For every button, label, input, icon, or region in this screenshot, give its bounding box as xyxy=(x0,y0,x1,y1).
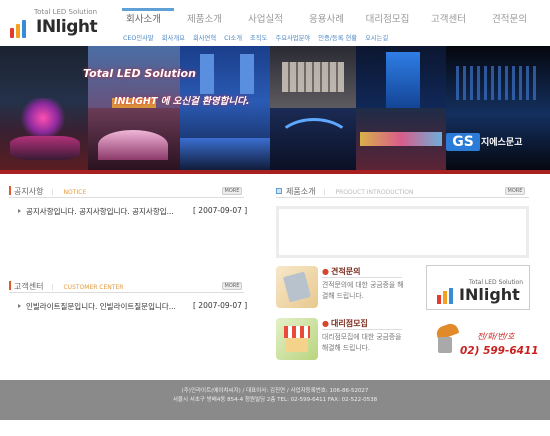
nav-item-products[interactable]: 제품소개 xyxy=(174,12,235,28)
customer-item-text: 인빌라이트질문입니다. 인빌라이트질문입니다... xyxy=(26,302,176,311)
brand-name: INlight xyxy=(36,17,98,37)
footer-company-info: (주)인라이트(에이치씨지) / 대표이사: 김진연 / 사업자등록번호: 10… xyxy=(181,388,369,394)
customer-more-button[interactable]: MORE xyxy=(222,282,242,290)
banner-photo-bridge xyxy=(180,46,270,170)
subnav-org[interactable]: 조직도 xyxy=(250,35,267,42)
customer-subtitle: CUSTOMER CENTER xyxy=(63,284,124,291)
product-showcase-box xyxy=(276,206,529,258)
square-bullet-icon xyxy=(276,188,282,194)
subnav-business[interactable]: 주요사업분야 xyxy=(275,35,310,42)
dealer-title[interactable]: ● 대리점모집 xyxy=(322,318,368,329)
banner-photo-dome xyxy=(88,108,180,170)
nav-item-dealers[interactable]: 대리점모집 xyxy=(357,12,418,28)
sub-nav: CEO인사말 회사개요 회사연혁 CI소개 조직도 주요사업분야 인증/등록 현… xyxy=(123,33,394,42)
brand-tagline: Total LED Solution xyxy=(34,8,98,16)
nav-item-projects[interactable]: 사업실적 xyxy=(235,12,296,28)
dealer-title-text: 대리점모집 xyxy=(330,319,368,328)
hero-banner: Total LED Solution INLIGHT 에 오신걸 환영합니다. xyxy=(0,46,550,170)
shop-icon[interactable] xyxy=(276,318,318,360)
logo-bars-icon xyxy=(437,288,457,304)
subnav-ceo[interactable]: CEO인사말 xyxy=(123,35,154,42)
phone-number[interactable]: 02) 599-6411 xyxy=(460,345,539,357)
list-item[interactable]: 인빌라이트질문입니다. 인빌라이트질문입니다... xyxy=(18,301,176,312)
banner-headline: Total LED Solution xyxy=(83,67,196,80)
customer-title: 고객센터 xyxy=(14,282,44,291)
active-nav-indicator xyxy=(122,8,174,11)
arrow-bullet-icon xyxy=(18,209,21,213)
telephone-icon xyxy=(432,321,462,355)
gs-sign-logo: GS xyxy=(446,133,480,151)
brand-logo-card: Total LED Solution INlight xyxy=(426,265,530,310)
subnav-directions[interactable]: 오시는길 xyxy=(365,35,388,42)
product-subtitle: PRODUCT INTRODUCTION xyxy=(335,189,414,196)
divider xyxy=(276,197,529,198)
notice-title: 공지사항 xyxy=(14,187,44,196)
banner-photo-fountain xyxy=(0,46,88,170)
customer-item-date: [ 2007-09-07 ] xyxy=(193,301,248,310)
estimate-title-text: 견적문의 xyxy=(330,267,361,276)
banner-bottom-rule xyxy=(0,170,550,174)
brand-logo[interactable]: Total LED Solution INlight xyxy=(10,8,110,42)
gs-sign-text: 지에스문고 xyxy=(481,138,523,148)
subnav-history[interactable]: 회사연혁 xyxy=(193,35,216,42)
divider xyxy=(9,197,244,198)
footer-address: 서울시 서초구 방배4동 854-4 청원빌딩 2층 TEL: 02-599-6… xyxy=(172,397,378,403)
product-title: 제품소개 xyxy=(286,187,316,196)
arrow-bullet-icon xyxy=(18,304,21,308)
notice-item-text: 공지사항입니다. 공지사항입니다. 공지사항입... xyxy=(26,207,174,216)
section-bar-icon xyxy=(9,186,11,195)
estimate-description: 견적문의에 대한 궁금증을 해결해 드립니다. xyxy=(322,281,404,300)
list-item[interactable]: 공지사항입니다. 공지사항입니다. 공지사항입... xyxy=(18,206,174,217)
main-nav: 회사소개 제품소개 사업실적 응용사례 대리점모집 고객센터 견적문의 xyxy=(113,12,543,28)
subnav-overview[interactable]: 회사개요 xyxy=(162,35,185,42)
nav-item-estimate[interactable]: 견적문의 xyxy=(479,12,540,28)
subnav-certs[interactable]: 인증/등록 현황 xyxy=(318,35,357,42)
header: Total LED Solution INlight 회사소개 제품소개 사업실… xyxy=(0,0,550,46)
nav-item-company[interactable]: 회사소개 xyxy=(113,12,174,28)
divider xyxy=(9,292,244,293)
logo-card-name: INlight xyxy=(459,285,520,304)
footer: (주)인라이트(에이치씨지) / 대표이사: 김진연 / 사업자등록번호: 10… xyxy=(0,380,550,420)
notice-subtitle: NOTICE xyxy=(63,189,87,196)
divider xyxy=(322,277,402,278)
section-bar-icon xyxy=(9,281,11,290)
product-more-button[interactable]: MORE xyxy=(505,187,525,195)
calculator-icon[interactable] xyxy=(276,266,318,308)
logo-bars-icon xyxy=(10,20,32,38)
banner-photo-arch xyxy=(270,108,356,170)
banner-photo-night-city xyxy=(446,46,550,170)
nav-item-support[interactable]: 고객센터 xyxy=(418,12,479,28)
banner-photo-river-bridge xyxy=(356,108,446,170)
divider xyxy=(322,329,402,330)
phone-label: 전/화/번/호 xyxy=(477,332,515,341)
nav-item-cases[interactable]: 응용사례 xyxy=(296,12,357,28)
subnav-ci[interactable]: CI소개 xyxy=(224,35,242,42)
notice-item-date: [ 2007-09-07 ] xyxy=(193,206,248,215)
dealer-description: 대리점모집에 대한 궁금증을 해결해 드립니다. xyxy=(322,333,402,352)
banner-slogan: INLIGHT 에 오신걸 환영합니다. xyxy=(114,96,250,107)
estimate-title[interactable]: ● 견적문의 xyxy=(322,266,360,277)
notice-more-button[interactable]: MORE xyxy=(222,187,242,195)
